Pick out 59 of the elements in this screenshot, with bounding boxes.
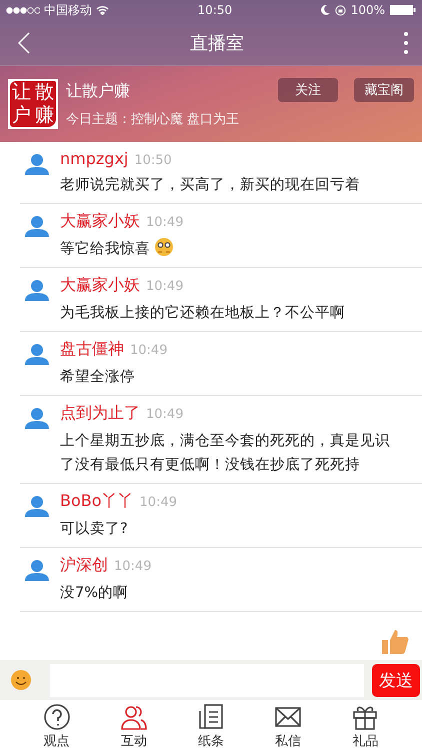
tab[interactable]: 观点 <box>30 700 83 750</box>
lock-rotation-icon <box>334 4 346 16</box>
room-topic: 今日主题：控制心魔 盘口为王 <box>66 110 240 128</box>
emoji-icon <box>154 237 174 257</box>
message-time: 10:49 <box>146 407 184 422</box>
user-name[interactable]: 大赢家小妖 <box>60 275 140 296</box>
message-time: 10:49 <box>140 495 177 510</box>
message-time: 10:49 <box>146 279 184 294</box>
battery-percent: 100% <box>350 3 385 17</box>
message-time: 10:49 <box>114 559 152 574</box>
message-text: 老师说完就买了，买高了，新买的现在回亏着 <box>60 176 360 195</box>
back-icon[interactable] <box>18 32 30 54</box>
tab[interactable]: 私信 <box>262 700 314 750</box>
room-name: 让散户赚 <box>66 80 131 102</box>
clock-time: 10:50 <box>198 3 232 17</box>
message-time: 10:50 <box>134 153 172 168</box>
user-name[interactable]: 点到为止了 <box>60 403 140 424</box>
battery-icon <box>390 5 416 15</box>
tab[interactable]: 纸条 <box>184 700 237 750</box>
user-avatar-icon <box>24 407 50 429</box>
message-time: 10:49 <box>146 215 184 230</box>
logo-character: 赚 <box>34 104 55 127</box>
more-icon[interactable] <box>404 32 408 54</box>
note-icon <box>196 703 225 731</box>
window-title: 直播室 <box>190 32 244 54</box>
user-avatar-icon <box>24 495 50 517</box>
user-name[interactable]: nmpzgxj <box>60 149 128 168</box>
wifi-icon <box>96 5 109 15</box>
tab[interactable]: 互动 <box>108 700 160 750</box>
user-avatar-icon <box>24 215 50 237</box>
message-text: 为毛我板上接的它还赖在地板上？不公平啊 <box>60 304 345 323</box>
logo-character: 让 <box>11 81 32 104</box>
user-name[interactable]: 大赢家小妖 <box>60 211 140 232</box>
message-time: 10:49 <box>130 343 168 358</box>
message-text: 等它给我惊喜 <box>60 237 184 261</box>
user-avatar-icon <box>24 343 50 365</box>
follow-button[interactable]: 关注 <box>278 78 338 102</box>
user-avatar-icon <box>24 153 50 175</box>
user-name[interactable]: 沪深创 <box>60 555 108 576</box>
message-text: 可以卖了? <box>60 520 129 539</box>
logo-character: 户 <box>11 104 32 127</box>
signal-icon <box>6 6 40 14</box>
carrier-name: 中国移动 <box>44 2 92 18</box>
tab[interactable]: 礼品 <box>339 700 392 750</box>
moon-icon <box>320 5 330 15</box>
message-text: 希望全涨停 <box>60 368 136 387</box>
user-name[interactable]: 盘古僵神 <box>60 339 124 360</box>
message-text: 上个星期五抄底，满仓至今套的死死的，真是见识了没有最低只有更低啊！没钱在抄底了死死持 <box>60 432 391 475</box>
send-button[interactable]: 发送 <box>372 664 420 696</box>
message-text: 没7%的啊 <box>60 584 130 603</box>
people-icon <box>120 703 148 731</box>
logo-character: 散 <box>34 81 55 104</box>
treasure-button[interactable]: 藏宝阁 <box>354 78 414 102</box>
user-name[interactable]: BoBo丫丫 <box>60 491 134 512</box>
emoji-button-icon[interactable] <box>10 669 32 691</box>
user-avatar-icon <box>24 279 50 301</box>
user-avatar-icon <box>24 559 50 581</box>
question-icon <box>42 703 71 731</box>
thumbs-up-icon[interactable] <box>380 627 410 657</box>
